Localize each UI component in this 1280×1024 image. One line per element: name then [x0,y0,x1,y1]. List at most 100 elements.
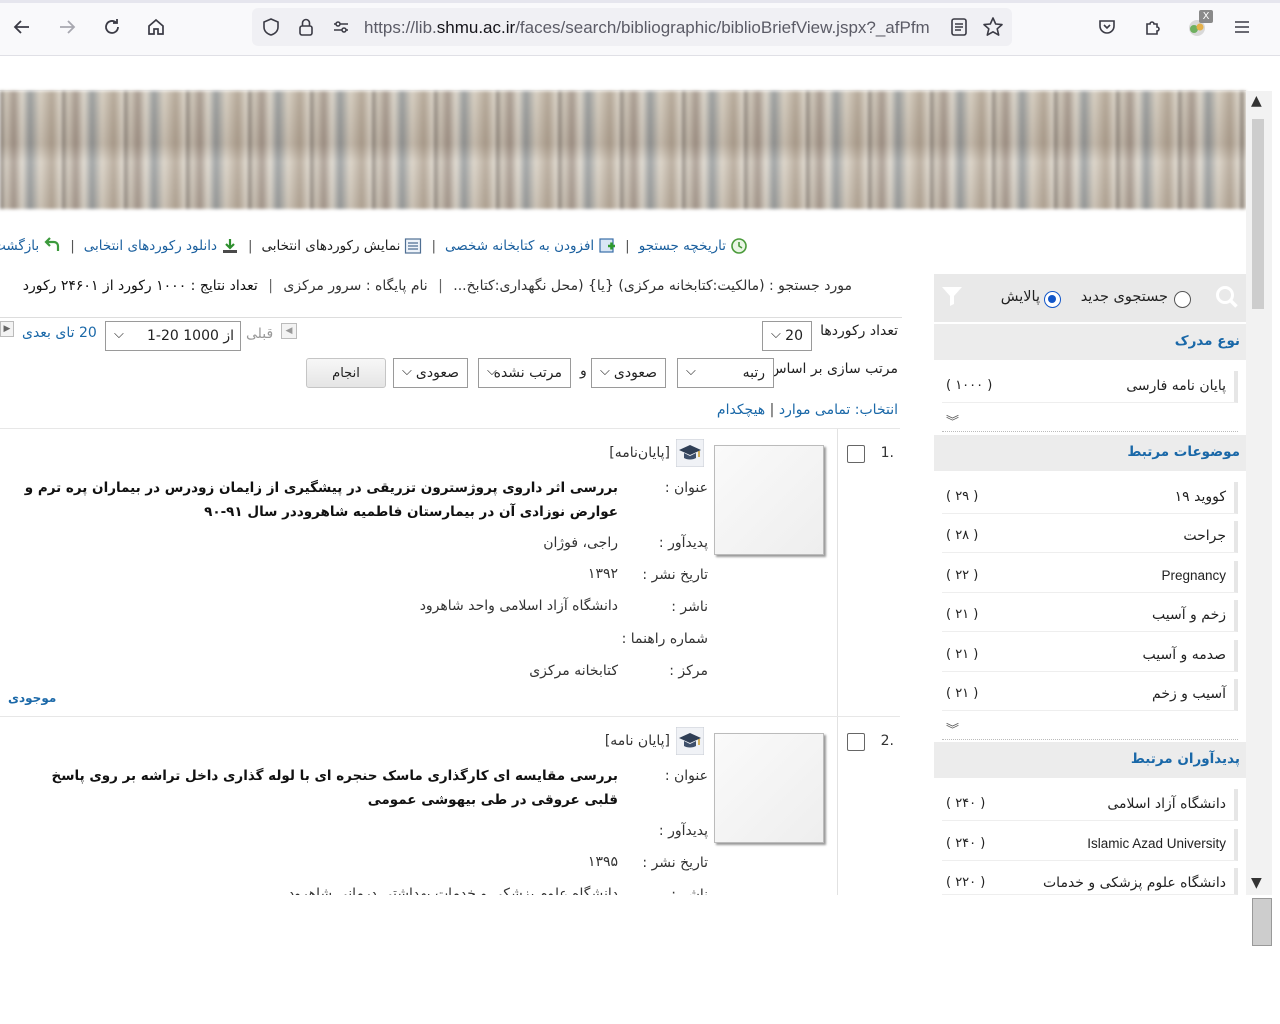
page-range-select[interactable]: 1-20 از 1000 ⌵ [105,321,241,351]
info-separator: | [438,278,443,294]
toolbar-separator: | [625,238,630,254]
publish-date-value: ۱۳۹۵ [587,854,618,870]
publish-date-value: ۱۳۹۲ [587,566,618,582]
sort-order-select[interactable]: صعودی ⌵ [591,358,666,388]
facet-item[interactable]: دانشگاه آزاد اسلامی ( ۲۴۰ ) [942,789,1238,821]
star-icon[interactable] [982,16,1004,38]
show-selected-link[interactable]: نمایش رکوردهای انتخابی [262,237,423,255]
extension-button[interactable]: X [1182,10,1213,42]
apply-sort-button[interactable]: انجام [306,358,386,388]
prev-page-label[interactable]: قبلی [246,326,273,342]
lock-icon[interactable] [295,16,317,38]
sliders-icon[interactable] [330,16,352,38]
record-type-label: [پایان نامه] [604,733,670,749]
facet-item[interactable]: Islamic Azad University ( ۲۴۰ ) [942,829,1238,861]
second-sort-field-value: مرتب نشده [493,365,562,381]
facet-item-count: ( ۲۲۰ ) [946,875,986,890]
forward-button[interactable] [52,12,82,42]
select-label: انتخاب: [854,402,898,418]
selection-separator: | [769,402,775,418]
graduation-cap-icon [676,439,704,467]
next-page-link[interactable]: 20 تای بعدی [22,325,97,341]
scroll-up-icon[interactable]: ▲ [1251,93,1262,109]
back-button[interactable] [7,12,37,42]
records-count-select[interactable]: 20 ⌵ [762,321,812,351]
history-icon [731,238,747,254]
facet-section-title: پدیدآوران مرتبط [1130,751,1240,767]
facet-item[interactable]: پایان نامه فارسی ( ۱۰۰۰ ) [942,371,1238,403]
list-icon [405,238,422,254]
results-panel: تعداد رکوردها 20 ⌵ ◀ قبلی 1-20 از 1000 ⌵… [0,305,902,895]
home-icon [148,18,164,35]
query-label: مورد جستجو : [769,278,852,294]
facet-more-toggle[interactable]: ︾ [942,718,1238,740]
second-sort-field-select[interactable]: مرتب نشده ⌵ [478,358,571,388]
facet-item[interactable]: جراحت ( ۲۸ ) [942,521,1238,553]
chevron-down-icon: ⌵ [487,364,497,379]
hamburger-menu-icon[interactable] [1227,12,1257,42]
outer-scrollbar-thumb[interactable] [1252,898,1272,946]
url-text[interactable]: https://lib.shmu.ac.ir/faces/search/bibl… [364,18,936,38]
scrollbar-thumb[interactable] [1252,119,1264,309]
arrow-left-icon [13,20,29,34]
availability-link[interactable]: موجودی [8,691,56,705]
sort-field-select[interactable]: رتبه ⌵ [677,358,774,388]
publisher-value: دانشگاه علوم پزشکی و خدمات بهداشتی درمان… [288,886,618,895]
chevron-down-icon: ⌵ [771,327,781,342]
facet-item[interactable]: آسیب و زخم ( ۲۱ ) [942,679,1238,711]
title-label: عنوان : [664,768,708,784]
facet-section-title: موضوعات مرتبط [1127,444,1240,460]
facet-item[interactable]: دانشگاه علوم پزشکی و خدمات ( ۲۲۰ ) [942,868,1238,895]
record-title-link[interactable]: بررسی اثر داروی پروژسترون تزریقی در پیشگ… [18,476,618,524]
author-value[interactable]: راجی، فوژان [543,535,618,551]
home-button[interactable] [141,12,171,42]
reload-button[interactable] [97,12,127,42]
record-checkbox[interactable] [847,733,865,751]
new-search-radio[interactable] [1174,291,1191,308]
reader-view-icon[interactable] [948,16,970,38]
facet-item[interactable]: Pregnancy ( ۲۲ ) [942,561,1238,593]
facet-item[interactable]: کووید ۱۹ ( ۲۹ ) [942,482,1238,514]
download-selected-label: دانلود رکوردهای انتخابی [83,238,217,254]
publisher-label: ناشر : [671,887,708,895]
next-page-icon[interactable]: ▶ [0,321,14,337]
back-link[interactable]: بازگشت [0,237,61,255]
record-title-link[interactable]: بررسی مقایسه ای کارگذاری ماسک حنجره ای ب… [18,764,618,812]
scroll-down-icon[interactable]: ▼ [1251,875,1262,891]
select-all-link[interactable]: تمامی موارد [779,402,851,418]
add-to-library-icon [599,238,616,253]
address-bar[interactable]: https://lib.shmu.ac.ir/faces/search/bibl… [252,8,1012,46]
prev-page-icon[interactable]: ◀ [281,323,297,339]
records-count-value: 20 [785,328,803,344]
facet-item-count: ( ۲۲ ) [946,568,979,583]
result-record: 2. [پایان نامه] عنوان : بررسی مقایسه ای … [0,716,900,895]
facet-more-toggle[interactable]: ︾ [942,410,1238,432]
facet-item-name: زخم و آسیب [1152,607,1226,623]
shield-icon[interactable] [260,16,282,38]
funnel-icon[interactable] [940,284,964,308]
refine-panel-header: جستجوی جدید پالایش [934,274,1246,322]
facet-item[interactable]: صدمه و آسیب ( ۲۱ ) [942,640,1238,672]
refine-radio[interactable] [1044,291,1061,308]
puzzle-icon[interactable] [1138,12,1168,42]
page-scrollbar[interactable]: ▲ ▼ [1246,91,1272,895]
record-cover-thumbnail[interactable] [714,733,824,843]
facet-item-count: ( ۱۰۰۰ ) [946,378,993,393]
pocket-icon[interactable] [1092,12,1122,42]
select-none-link[interactable]: هیچکدام [717,402,765,418]
facet-item-name: Pregnancy [1161,568,1226,583]
search-history-link[interactable]: تاریخچه جستجو [639,237,748,255]
url-host: shmu.ac.ir [436,18,516,37]
record-checkbox[interactable] [847,445,865,463]
magnifier-icon[interactable] [1214,284,1240,310]
page-header-strip [0,56,1246,91]
second-sort-order-select[interactable]: صعودی ⌵ [393,358,468,388]
record-cover-thumbnail[interactable] [714,445,824,555]
facet-item-count: ( ۲۱ ) [946,647,979,662]
add-to-library-link[interactable]: افزودن به کتابخانه شخصی [445,237,616,255]
database-label: نام پایگاه : [365,278,428,294]
publish-date-label: تاریخ نشر : [642,567,708,583]
facet-item[interactable]: زخم و آسیب ( ۲۱ ) [942,600,1238,632]
toolbar-separator: | [431,238,437,254]
download-selected-link[interactable]: دانلود رکوردهای انتخابی [84,237,239,255]
